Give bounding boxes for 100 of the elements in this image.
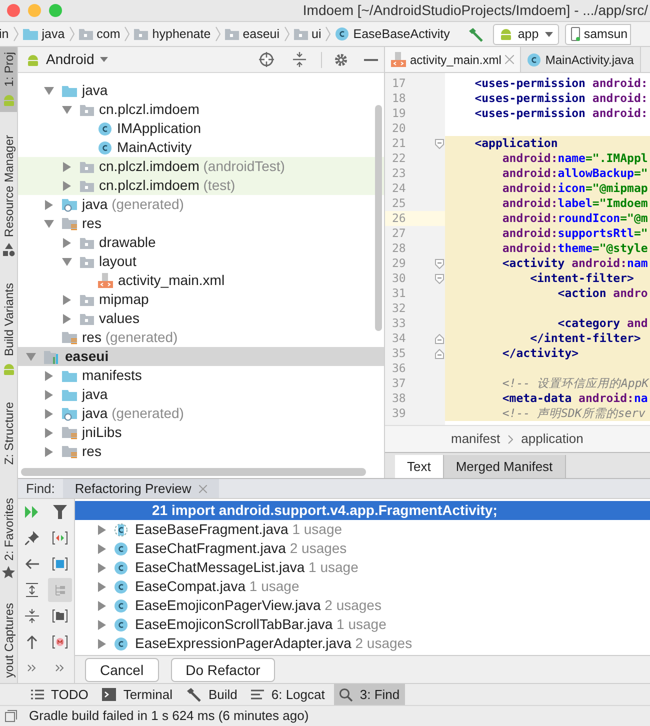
breadcrumb-item[interactable]: in xyxy=(0,24,9,44)
device-dropdown[interactable]: samsun xyxy=(564,24,631,44)
tool-window-button[interactable]: 3: Find xyxy=(334,684,405,705)
code-line: <uses-permission android: xyxy=(474,74,648,92)
tree-item[interactable]: cn.plczl.imdoem (androidTest) xyxy=(18,157,384,176)
tree-item[interactable]: cn.plczl.imdoem (test) xyxy=(18,176,384,195)
line-number: 38 xyxy=(391,390,407,407)
editor-mode-tab[interactable]: Text xyxy=(395,455,444,478)
line-number: 34 xyxy=(391,330,407,347)
code-line: <activity android:nam xyxy=(501,254,648,272)
code-line: android:roundIcon="@m xyxy=(501,210,648,227)
line-number: 26 xyxy=(391,210,407,227)
code-line: android:supportsRtl=" xyxy=(501,224,648,242)
tree-item[interactable]: mipmap xyxy=(18,290,384,309)
breadcrumb-item[interactable]: com xyxy=(78,24,120,44)
breadcrumb-item[interactable]: easeui xyxy=(224,24,280,44)
result-row[interactable]: EaseChatFragment.java 2 usages xyxy=(75,539,650,558)
breadcrumb-item[interactable]: EaseBaseActivity xyxy=(335,24,450,44)
line-number: 31 xyxy=(391,284,407,302)
line-number: 28 xyxy=(391,240,407,257)
code-line: <uses-permission android: xyxy=(474,104,648,122)
panel-title: Find: xyxy=(25,480,56,498)
code-line: </intent-filter> xyxy=(529,330,641,347)
tree-item[interactable]: easeui xyxy=(18,347,384,366)
tree-item[interactable]: res xyxy=(18,442,384,461)
tree-item[interactable]: res (generated) xyxy=(18,328,384,347)
line-number: 20 xyxy=(391,120,407,137)
code-line: android:icon="@mipmap xyxy=(501,180,648,197)
line-number: 30 xyxy=(391,270,407,287)
tree-item[interactable]: cn.plczl.imdoem xyxy=(18,100,384,119)
tree-item[interactable]: jniLibs xyxy=(18,423,384,442)
tree-item[interactable]: java (generated) xyxy=(18,404,384,423)
breadcrumb-item[interactable]: hyphenate xyxy=(134,24,211,44)
tool-window-tab[interactable]: Build Variants xyxy=(0,278,17,381)
line-number: 33 xyxy=(391,314,407,332)
result-row[interactable]: EaseCompat.java 1 usage xyxy=(75,577,650,596)
line-number: 23 xyxy=(391,164,407,182)
code-line: <meta-data android:na xyxy=(501,390,648,407)
tree-item[interactable]: values xyxy=(18,309,384,328)
dialog-button[interactable]: Do Refactor xyxy=(170,658,276,682)
line-number: 36 xyxy=(391,360,407,377)
line-number: 32 xyxy=(391,300,407,317)
dialog-button[interactable]: Cancel xyxy=(85,658,159,682)
tree-item[interactable]: java xyxy=(18,385,384,404)
panel-tab[interactable]: Refactoring Preview xyxy=(62,479,220,498)
code-line: <category and xyxy=(556,314,648,332)
tree-item[interactable]: manifests xyxy=(18,366,384,385)
code-line: </activity> xyxy=(501,344,579,362)
tool-window-tab[interactable]: Z: Structure xyxy=(0,396,17,470)
line-number: 17 xyxy=(391,74,407,92)
code-line: <uses-permission android: xyxy=(474,90,648,107)
code-line: <action andro xyxy=(556,284,648,302)
tool-window-button[interactable]: TODO xyxy=(26,684,94,705)
code-line: <intent-filter> xyxy=(529,270,634,287)
code-line: android:name=".IMAppl xyxy=(501,150,648,167)
result-row[interactable]: EaseBaseFragment.java 1 usage xyxy=(75,520,650,539)
editor-mode-tab[interactable]: Merged Manifest xyxy=(444,455,566,478)
breadcrumb-item[interactable]: application xyxy=(521,429,584,449)
tool-window-tab[interactable]: Resource Manager xyxy=(0,130,17,262)
tree-item[interactable]: IMApplication xyxy=(18,119,384,138)
code-line: <application xyxy=(474,134,558,152)
editor-tab[interactable]: MainActivity.java xyxy=(521,47,641,72)
tool-window-button[interactable]: 6: Logcat xyxy=(246,684,330,705)
tree-item[interactable]: activity_main.xml xyxy=(18,271,384,290)
line-number: 22 xyxy=(391,150,407,167)
tree-item[interactable]: layout xyxy=(18,252,384,271)
result-row[interactable]: EaseExpressionPagerAdapter.java 2 usages xyxy=(75,634,650,653)
code-line: android:label="Imdoem xyxy=(501,194,648,212)
selected-result-row[interactable]: 21 import android.support.v4.app.FragmentActivity; xyxy=(75,501,650,520)
breadcrumb-item[interactable]: ui xyxy=(294,24,322,44)
tree-item[interactable]: drawable xyxy=(18,233,384,252)
result-row[interactable]: EaseChatMessageList.java 1 usage xyxy=(75,558,650,577)
tree-item[interactable]: java xyxy=(18,81,384,100)
code-line: android:allowBackup=" xyxy=(501,164,648,182)
line-number: 19 xyxy=(391,104,407,122)
tool-window-tab[interactable]: yout Captures xyxy=(0,598,17,683)
line-number: 35 xyxy=(391,344,407,362)
line-number: 29 xyxy=(391,254,407,272)
status-message: Gradle build failed in 1 s 624 ms (6 minutes ago) xyxy=(29,707,309,726)
breadcrumb-item[interactable]: java xyxy=(22,24,65,44)
tool-window-button[interactable]: Build xyxy=(181,684,242,705)
tool-window-tab[interactable]: 2: Favorites xyxy=(0,492,17,584)
line-number: 24 xyxy=(391,180,407,197)
result-row[interactable]: EaseEmojiconPagerView.java 2 usages xyxy=(75,596,650,615)
breadcrumb-item[interactable]: manifest xyxy=(451,429,500,449)
line-number: 39 xyxy=(391,404,407,422)
tool-window-button[interactable]: Terminal xyxy=(97,684,178,705)
tree-item[interactable]: res xyxy=(18,214,384,233)
editor-tab[interactable]: activity_main.xml xyxy=(385,47,522,72)
tree-item[interactable]: java (generated) xyxy=(18,195,384,214)
line-number: 37 xyxy=(391,374,407,392)
run-configuration-dropdown[interactable]: app xyxy=(492,24,559,44)
code-line: android:theme="@style xyxy=(501,240,648,257)
result-row[interactable]: EaseEmojiconScrollTabBar.java 1 usage xyxy=(75,615,650,634)
code-line: <!-- 声明SDK所需的serv xyxy=(501,404,646,422)
project-view-dropdown[interactable]: Android xyxy=(26,49,108,70)
tree-item[interactable]: MainActivity xyxy=(18,138,384,157)
code-line: <!-- 设置环信应用的AppK xyxy=(501,374,649,392)
tool-window-tab[interactable]: 1: Proj xyxy=(0,47,17,112)
line-number: 27 xyxy=(391,224,407,242)
